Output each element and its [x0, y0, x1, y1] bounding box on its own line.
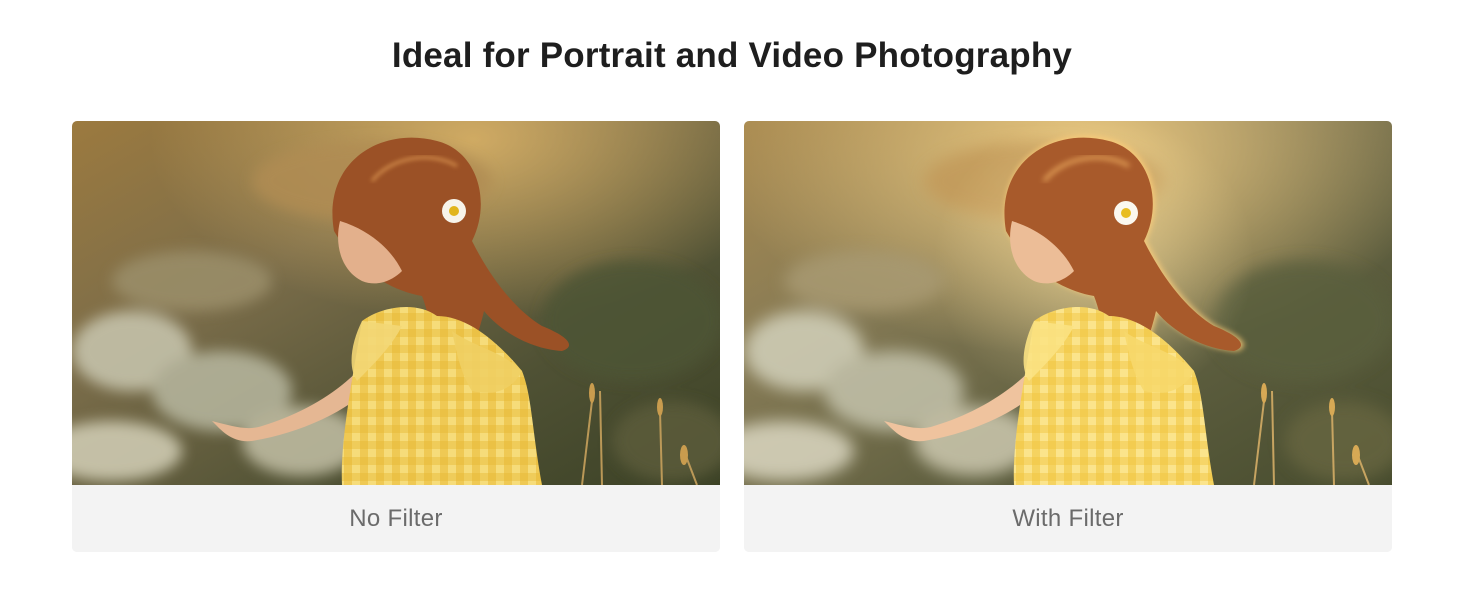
caption-with-filter: With Filter: [744, 485, 1392, 552]
page-title: Ideal for Portrait and Video Photography: [391, 36, 1073, 75]
photo-with-filter: [744, 121, 1392, 485]
photo-no-filter: [72, 121, 720, 485]
caption-no-filter: No Filter: [72, 485, 720, 552]
comparison-card-with-filter: With Filter: [744, 121, 1392, 552]
comparison-card-no-filter: No Filter: [72, 121, 720, 552]
